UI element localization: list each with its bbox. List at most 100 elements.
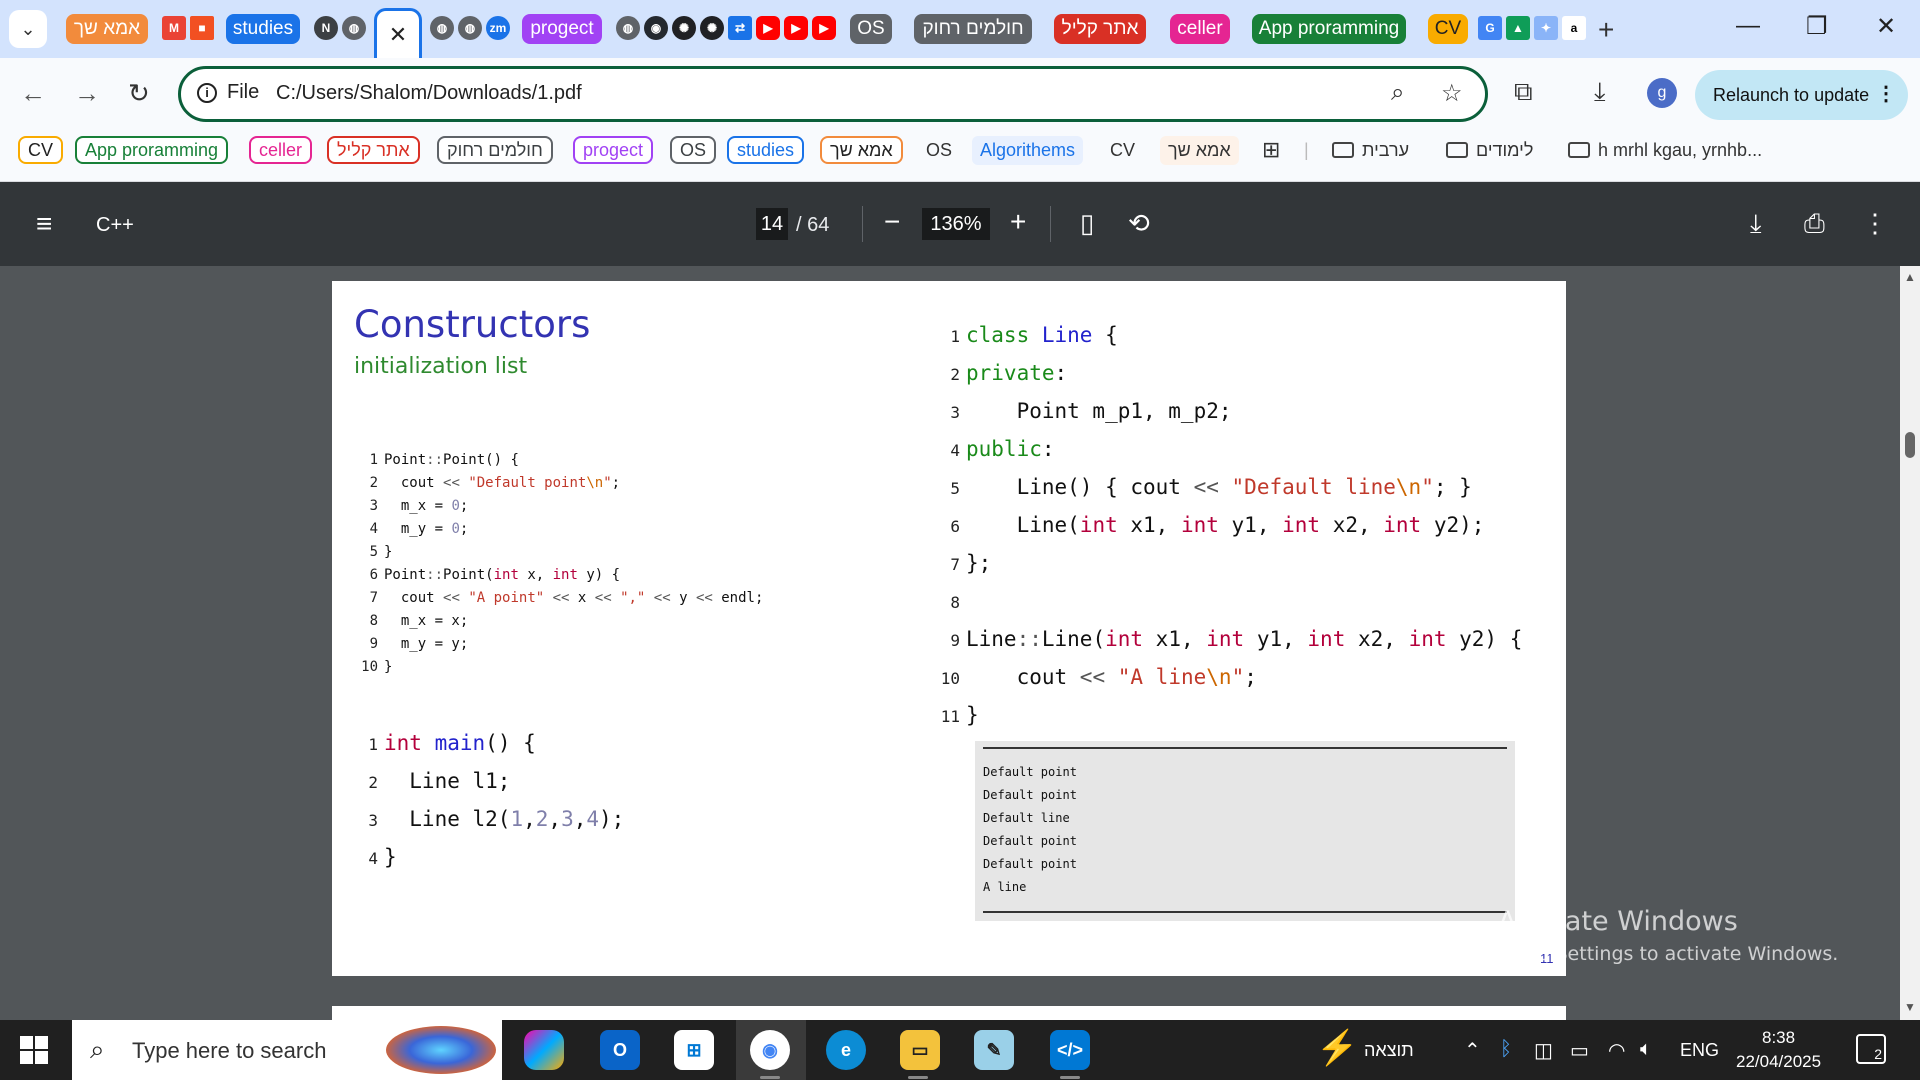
clock[interactable]: 8:38 22/04/2025 xyxy=(1736,1026,1821,1074)
youtube-icon[interactable]: ▶ xyxy=(812,16,836,40)
zoom-in-button[interactable]: + xyxy=(1010,206,1026,238)
tab-group-light-site[interactable]: אתר קליל xyxy=(1054,14,1146,44)
bookmark-cv[interactable]: CV xyxy=(18,136,64,164)
bookmark-progect[interactable]: progect xyxy=(573,136,654,164)
vscode-icon[interactable]: </> xyxy=(1050,1030,1090,1070)
github-icon[interactable]: ◉ xyxy=(644,16,668,40)
microsoft-icon[interactable]: ■ xyxy=(190,16,214,40)
zoom-magnifier-icon[interactable]: ⌕ xyxy=(1391,79,1404,107)
tab-group-celler[interactable]: celler xyxy=(1170,14,1230,44)
bookmark-dreamers[interactable]: חולמים רחוק xyxy=(437,136,553,164)
tab-search-icon[interactable]: ⌄ xyxy=(9,10,47,48)
notification-center-icon[interactable]: 2 xyxy=(1856,1034,1886,1064)
active-tab[interactable]: ✕ xyxy=(374,8,422,58)
pdf-more-icon[interactable]: ⋮ xyxy=(1862,208,1888,239)
zoom-level-input[interactable]: 136% xyxy=(922,208,990,240)
site-info-chip[interactable]: i File xyxy=(197,81,259,104)
camera-icon[interactable]: ◫ xyxy=(1534,1038,1553,1063)
language-indicator[interactable]: ENG xyxy=(1680,1040,1719,1061)
results-widget-label[interactable]: תוצאה xyxy=(1364,1040,1414,1061)
tab-group-dreamers[interactable]: חולמים רחוק xyxy=(914,14,1032,44)
download-icon[interactable]: ⤓ xyxy=(1750,208,1762,240)
bookmark-app-programming[interactable]: App proramming xyxy=(75,136,229,164)
bookmark-os[interactable]: OS xyxy=(670,136,717,164)
show-hidden-icons[interactable]: ⌃ xyxy=(1464,1038,1481,1063)
bookmark-folder-studies[interactable]: לימודים xyxy=(1446,140,1533,161)
address-bar[interactable]: i File C:/Users/Shalom/Downloads/1.pdf ⌕… xyxy=(178,66,1488,122)
vertical-scrollbar[interactable]: ▲ ▼ xyxy=(1900,266,1920,1020)
jira-icon[interactable]: ⇄ xyxy=(728,16,752,40)
globe-icon[interactable]: ◍ xyxy=(342,16,366,40)
globe-icon[interactable]: ◍ xyxy=(458,16,482,40)
tab-group-studies[interactable]: studies xyxy=(226,14,300,44)
tab-group-ima[interactable]: אמא שך xyxy=(66,14,148,44)
minimize-button[interactable]: — xyxy=(1736,12,1760,40)
new-tab-button[interactable]: + xyxy=(1598,14,1614,46)
zoom-icon[interactable]: zm xyxy=(486,16,510,40)
store-icon[interactable]: ⊞ xyxy=(674,1030,714,1070)
copilot-icon[interactable] xyxy=(524,1030,564,1070)
globe-icon[interactable]: ◍ xyxy=(616,16,640,40)
print-icon[interactable]: ⎙ xyxy=(1804,208,1825,240)
tab-group-app-programming[interactable]: App proramming xyxy=(1252,14,1406,44)
tab-group-progect[interactable]: progect xyxy=(522,14,602,44)
youtube-icon[interactable]: ▶ xyxy=(756,16,780,40)
close-window-button[interactable]: ✕ xyxy=(1876,12,1896,41)
youtube-icon[interactable]: ▶ xyxy=(784,16,808,40)
file-explorer-icon[interactable]: ▭ xyxy=(900,1030,940,1070)
pdf-sidebar-menu-icon[interactable]: ≡ xyxy=(36,208,52,240)
apps-grid-icon[interactable]: ⊞ xyxy=(1262,137,1280,163)
edge-icon[interactable]: e xyxy=(826,1030,866,1070)
bookmark-celler[interactable]: celler xyxy=(249,136,313,164)
gmail-icon[interactable]: M xyxy=(162,16,186,40)
amazon-icon[interactable]: a xyxy=(1562,16,1586,40)
chatgpt-icon[interactable]: ✺ xyxy=(700,16,724,40)
taskbar-search-box[interactable]: ⌕ Type here to search xyxy=(72,1020,502,1080)
gemini-icon[interactable]: ✦ xyxy=(1534,16,1558,40)
bookmark-cv-plain[interactable]: CV xyxy=(1110,140,1135,161)
scroll-thumb[interactable] xyxy=(1905,432,1915,458)
bookmark-ima[interactable]: אמא שך xyxy=(820,136,903,164)
globe-icon[interactable]: ◍ xyxy=(430,16,454,40)
bookmark-folder-arabic[interactable]: ערבית xyxy=(1332,140,1409,161)
more-menu-icon[interactable]: ⋮ xyxy=(1876,81,1896,106)
forward-button[interactable]: → xyxy=(74,78,100,109)
restore-button[interactable]: ❐ xyxy=(1806,12,1828,41)
profile-avatar[interactable]: g xyxy=(1647,78,1677,108)
bookmark-ima-plain[interactable]: אמא שך xyxy=(1160,136,1239,165)
bookmark-studies[interactable]: studies xyxy=(727,136,805,164)
rotate-icon[interactable]: ⟲ xyxy=(1128,208,1150,239)
nvidia-icon[interactable]: N xyxy=(314,16,338,40)
chrome-icon[interactable]: ◉ xyxy=(750,1030,790,1070)
volume-icon[interactable]: 🔈︎ xyxy=(1640,1038,1652,1061)
zoom-out-button[interactable]: − xyxy=(884,206,900,238)
wifi-icon[interactable]: ◠ xyxy=(1608,1038,1625,1063)
bookmark-os-plain[interactable]: OS xyxy=(926,140,952,161)
bluetooth-icon[interactable]: ᛒ xyxy=(1500,1038,1512,1061)
page-number-input[interactable]: 14 xyxy=(756,208,788,240)
battery-icon[interactable]: ▭ xyxy=(1570,1038,1589,1063)
relaunch-button[interactable]: Relaunch to update ⋮ xyxy=(1695,70,1908,120)
notepad-icon[interactable]: ✎ xyxy=(974,1030,1014,1070)
chatgpt-icon[interactable]: ✺ xyxy=(672,16,696,40)
extensions-icon[interactable]: ⧉ xyxy=(1514,76,1533,108)
bookmark-star-icon[interactable]: ☆ xyxy=(1441,79,1463,108)
bookmark-algorithms[interactable]: Algorithems xyxy=(972,136,1084,165)
url-text[interactable]: C:/Users/Shalom/Downloads/1.pdf xyxy=(276,82,582,105)
bookmark-folder-other[interactable]: h mrhl kgau, yrnhb... xyxy=(1568,140,1762,161)
reload-button[interactable]: ↻ xyxy=(128,78,150,109)
tab-group-os[interactable]: OS xyxy=(850,14,892,44)
back-button[interactable]: ← xyxy=(20,78,46,109)
tab-group-cv[interactable]: CV xyxy=(1428,14,1468,44)
fit-page-icon[interactable]: ▯ xyxy=(1080,208,1094,239)
results-widget-icon[interactable]: ⚡ xyxy=(1316,1028,1358,1068)
google-drive-icon[interactable]: ▲ xyxy=(1506,16,1530,40)
windows-start-icon[interactable] xyxy=(20,1036,48,1064)
close-icon[interactable]: ✕ xyxy=(389,22,407,48)
scroll-down-arrow[interactable]: ▼ xyxy=(1904,1000,1916,1014)
google-icon[interactable]: G xyxy=(1478,16,1502,40)
bookmark-light-site[interactable]: אתר קליל xyxy=(327,136,420,164)
scroll-up-arrow[interactable]: ▲ xyxy=(1904,270,1916,284)
outlook-icon[interactable]: O xyxy=(600,1030,640,1070)
downloads-icon[interactable]: ⤓ xyxy=(1594,76,1606,108)
